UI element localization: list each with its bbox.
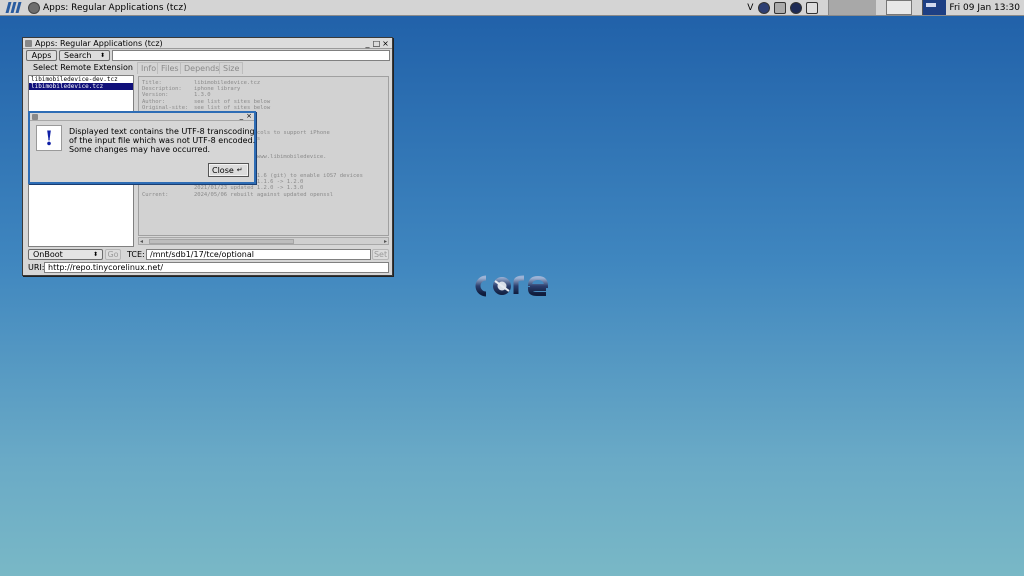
set-button[interactable]: Set: [372, 249, 389, 260]
onboot-select-label: OnBoot: [33, 250, 63, 259]
info-key: Author:: [142, 98, 166, 105]
info-value: iphone library: [194, 86, 241, 93]
select-remote-label: Select Remote Extension: [33, 63, 133, 72]
list-item-selected[interactable]: libimobiledevice.tcz: [29, 83, 133, 90]
utf8-warning-dialog: _ × ! Displayed text contains the UTF-8 …: [28, 111, 256, 184]
dialog-minimize-button[interactable]: _: [240, 113, 244, 120]
taskbar: Apps: Regular Applications (tcz) V Fri 0…: [0, 0, 1024, 16]
info-key: Current:: [142, 191, 169, 198]
search-input[interactable]: [112, 50, 390, 61]
search-dropdown[interactable]: Search ⬍: [59, 50, 110, 61]
exclamation-icon: !: [36, 125, 62, 151]
dialog-titlebar[interactable]: _ ×: [30, 113, 254, 121]
info-row: Description: iphone library: [142, 86, 240, 92]
info-value: 1.3.0: [194, 92, 211, 99]
dialog-close-button[interactable]: ×: [246, 113, 252, 120]
info-key: Title:: [142, 80, 162, 86]
close-window-button[interactable]: ×: [381, 39, 390, 48]
core-logo-icon: [475, 275, 549, 297]
pager-desktop-2[interactable]: [886, 0, 913, 15]
apps-window-titlebar[interactable]: Apps: Regular Applications (tcz) _ □ ×: [23, 38, 392, 49]
onboot-select[interactable]: OnBoot ⬍: [28, 249, 103, 260]
app-window-icon: [28, 1, 40, 14]
network-icon[interactable]: [758, 1, 771, 14]
info-value: see list of sites below: [194, 104, 271, 111]
maximize-button[interactable]: □: [372, 39, 381, 48]
dropdown-arrows-icon: ⬍: [92, 251, 98, 258]
info-row: Title: libimobiledevice.tcz: [142, 80, 260, 86]
info-row: Author: see list of sites below: [142, 99, 270, 105]
info-value: 2021/01/23 updated 1.2.0 -> 1.3.0: [194, 185, 304, 192]
window-menu-icon[interactable]: [25, 39, 32, 47]
scrollbar-thumb[interactable]: [149, 239, 294, 244]
uri-field[interactable]: http://repo.tinycorelinux.net/: [44, 262, 389, 273]
close-button-label: Close: [212, 165, 234, 175]
info-key: Description:: [142, 86, 182, 93]
pen-icon[interactable]: [774, 1, 787, 14]
dialog-message-line-1: Displayed text contains the UTF-8 transc…: [69, 127, 255, 136]
info-value: 2024/05/06 rebuilt against updated opens…: [194, 191, 334, 198]
pager-desktop-active[interactable]: [922, 0, 947, 15]
tab-depends[interactable]: Depends: [180, 62, 224, 74]
tab-files[interactable]: Files: [157, 62, 183, 74]
tray-indicator-letter: V: [747, 2, 754, 13]
minimize-button[interactable]: _: [363, 39, 372, 48]
tab-size[interactable]: Size: [219, 62, 244, 74]
info-key: Version:: [142, 92, 169, 99]
tce-label: TCE:: [127, 250, 145, 259]
terminal-icon[interactable]: [806, 1, 819, 14]
info-row: Version: 1.3.0: [142, 92, 211, 98]
taskbar-window-title[interactable]: Apps: Regular Applications (tcz): [43, 3, 187, 13]
go-button[interactable]: Go: [105, 249, 121, 260]
info-key: Original-site:: [142, 104, 189, 111]
tce-path-field[interactable]: /mnt/sdb1/17/tce/optional: [146, 249, 371, 260]
dialog-message-line-2: of the input file which was not UTF-8 en…: [69, 136, 256, 145]
uri-label: URI:: [28, 263, 45, 272]
list-item[interactable]: libimobiledevice-dev.tcz: [29, 76, 133, 83]
info-value: libimobiledevice.tcz: [194, 80, 261, 86]
return-key-icon: ↵: [236, 166, 243, 174]
apps-window-title: Apps: Regular Applications (tcz): [35, 38, 163, 48]
info-row: 2021/01/23 updated 1.2.0 -> 1.3.0: [142, 185, 303, 191]
info-icon[interactable]: [790, 1, 803, 14]
apps-button[interactable]: Apps: [26, 50, 57, 61]
clock: Fri 09 Jan 13:30: [949, 2, 1020, 13]
dialog-menu-icon[interactable]: [32, 113, 38, 120]
close-button[interactable]: Close ↵: [208, 163, 249, 177]
pager-desktop-1[interactable]: [828, 0, 877, 15]
scroll-right-icon[interactable]: ▸: [384, 238, 387, 245]
scroll-left-icon[interactable]: ◂: [140, 238, 143, 245]
horizontal-scrollbar[interactable]: ◂ ▸: [138, 237, 389, 245]
info-value: see list of sites below: [194, 98, 271, 105]
search-dropdown-label: Search: [64, 51, 92, 60]
dialog-message-line-3: Some changes may have occurred.: [69, 145, 211, 154]
tinycore-menu-icon[interactable]: [0, 0, 26, 16]
info-row: Current: 2024/05/06 rebuilt against updat…: [142, 192, 333, 198]
dropdown-arrows-icon: ⬍: [99, 52, 105, 59]
info-row: Original-site: see list of sites below: [142, 105, 270, 111]
